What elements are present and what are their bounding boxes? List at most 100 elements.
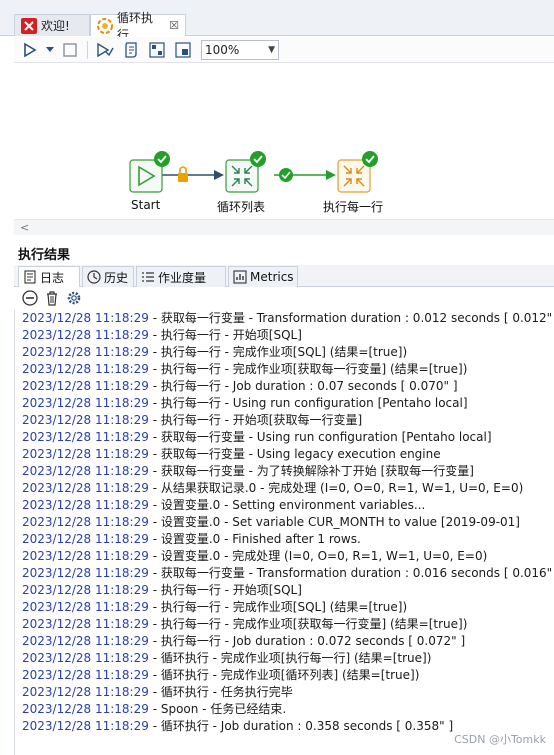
log-timestamp: 2023/12/28 11:18:29 bbox=[22, 515, 149, 529]
chevron-down-icon: ▼ bbox=[268, 44, 275, 55]
log-message: - 循环执行 - Job duration : 0.358 seconds [ … bbox=[148, 719, 454, 733]
log-timestamp: 2023/12/28 11:18:29 bbox=[22, 311, 149, 325]
log-line: 2023/12/28 11:18:29 - 执行每一行 - Using run … bbox=[22, 395, 468, 412]
log-line: 2023/12/28 11:18:29 - 执行每一行 - 开始项[获取每一行变… bbox=[22, 412, 362, 429]
align-button[interactable] bbox=[171, 39, 195, 61]
log-timestamp: 2023/12/28 11:18:29 bbox=[22, 328, 149, 342]
log-line: 2023/12/28 11:18:29 - 循环执行 - Job duratio… bbox=[22, 718, 453, 735]
tab-history-label: 历史 bbox=[104, 270, 129, 285]
tab-metrics[interactable]: Metrics bbox=[228, 266, 298, 287]
log-message: - 执行每一行 - Job duration : 0.072 seconds [… bbox=[148, 634, 466, 648]
success-check-icon bbox=[362, 151, 378, 167]
log-icon bbox=[23, 270, 37, 284]
log-timestamp: 2023/12/28 11:18:29 bbox=[22, 634, 149, 648]
success-hop-icon bbox=[279, 168, 293, 182]
log-line: 2023/12/28 11:18:29 - 获取每一行变量 - Transfor… bbox=[22, 310, 554, 327]
log-timestamp: 2023/12/28 11:18:29 bbox=[22, 379, 149, 393]
log-line: 2023/12/28 11:18:29 - 获取每一行变量 - Using le… bbox=[22, 446, 441, 463]
loop-list-node-label: 循环列表 bbox=[217, 200, 266, 214]
log-message: - 循环执行 - 完成作业项[循环列表] (结果=[true]) bbox=[148, 668, 420, 682]
exec-row-node-label: 执行每一行 bbox=[323, 200, 384, 214]
log-line: 2023/12/28 11:18:29 - 执行每一行 - 完成作业项[SQL]… bbox=[22, 599, 407, 616]
close-icon[interactable]: ☒ bbox=[169, 19, 179, 32]
tab-history[interactable]: 历史 bbox=[82, 266, 134, 287]
success-check-icon bbox=[154, 151, 170, 167]
log-message: - 获取每一行变量 - Using run configuration [Pen… bbox=[148, 430, 492, 444]
editor-tab-bar: 欢迎! 循环执行 ☒ bbox=[0, 0, 554, 42]
job-canvas[interactable]: Start 循环列表 执行每一行 bbox=[14, 64, 554, 219]
log-line: 2023/12/28 11:18:29 - Spoon - 任务已经结束. bbox=[22, 701, 286, 718]
log-timestamp: 2023/12/28 11:18:29 bbox=[22, 464, 149, 478]
run-options-dropdown[interactable] bbox=[44, 39, 56, 61]
tab-loop-job[interactable]: 循环执行 ☒ bbox=[90, 11, 186, 42]
job-icon bbox=[97, 17, 113, 34]
tab-welcome[interactable]: 欢迎! bbox=[14, 14, 90, 36]
zoom-select[interactable]: 100% ▼ bbox=[201, 39, 279, 60]
log-message: - 执行每一行 - 开始项[SQL] bbox=[148, 328, 302, 342]
log-line: 2023/12/28 11:18:29 - 循环执行 - 完成作业项[执行每一行… bbox=[22, 650, 431, 667]
log-message: - 设置变量.0 - Finished after 1 rows. bbox=[148, 532, 361, 546]
tab-log-label: 日志 bbox=[40, 270, 65, 285]
log-output[interactable]: 2023/12/28 11:18:29 - 获取每一行变量 - Transfor… bbox=[14, 310, 554, 755]
log-timestamp: 2023/12/28 11:18:29 bbox=[22, 685, 149, 699]
log-line: 2023/12/28 11:18:29 - 获取每一行变量 - Transfor… bbox=[22, 565, 554, 582]
log-timestamp: 2023/12/28 11:18:29 bbox=[22, 668, 149, 682]
log-line: 2023/12/28 11:18:29 - 设置变量.0 - Finished … bbox=[22, 531, 361, 548]
log-message: - 获取每一行变量 - 为了转换解除补丁开始 [获取每一行变量] bbox=[148, 464, 474, 478]
log-line: 2023/12/28 11:18:29 - 循环执行 - 任务执行完毕 bbox=[22, 684, 293, 701]
welcome-icon bbox=[21, 17, 37, 34]
log-timestamp: 2023/12/28 11:18:29 bbox=[22, 396, 149, 410]
exec-row-node bbox=[337, 151, 378, 193]
log-message: - 执行每一行 - 完成作业项[获取每一行变量] (结果=[true]) bbox=[148, 617, 468, 631]
results-tab-bar: 日志 历史 作业度量 Metrics bbox=[14, 265, 554, 287]
grid-button[interactable] bbox=[145, 39, 169, 61]
check-button[interactable] bbox=[93, 39, 117, 61]
history-icon bbox=[87, 270, 101, 284]
script-button[interactable] bbox=[119, 39, 143, 61]
log-message: - Spoon - 任务已经结束. bbox=[148, 702, 287, 716]
log-timestamp: 2023/12/28 11:18:29 bbox=[22, 481, 149, 495]
log-timestamp: 2023/12/28 11:18:29 bbox=[22, 532, 149, 546]
run-button[interactable] bbox=[18, 39, 42, 61]
scroll-left-icon[interactable]: < bbox=[20, 221, 29, 234]
log-line: 2023/12/28 11:18:29 - 执行每一行 - 完成作业项[获取每一… bbox=[22, 616, 467, 633]
log-settings-button[interactable] bbox=[66, 290, 82, 309]
hop-arrow-icon bbox=[214, 170, 224, 180]
watermark: CSDN @小Tomkk bbox=[454, 733, 546, 746]
tab-welcome-label: 欢迎! bbox=[41, 19, 70, 33]
gear-icon bbox=[67, 291, 81, 304]
job-graph bbox=[129, 151, 378, 193]
log-timestamp: 2023/12/28 11:18:29 bbox=[22, 583, 149, 597]
script-icon bbox=[125, 41, 137, 58]
log-toolbar bbox=[14, 288, 554, 310]
tab-log[interactable]: 日志 bbox=[18, 266, 80, 287]
log-message: - 执行每一行 - 开始项[SQL] bbox=[148, 583, 302, 597]
align-icon bbox=[175, 41, 191, 58]
chevron-down-icon bbox=[46, 46, 54, 52]
log-timestamp: 2023/12/28 11:18:29 bbox=[22, 617, 149, 631]
stop-button[interactable] bbox=[58, 39, 82, 61]
job-toolbar: 100% ▼ bbox=[14, 37, 554, 63]
log-line: 2023/12/28 11:18:29 - 设置变量.0 - Setting e… bbox=[22, 497, 425, 514]
log-line: 2023/12/28 11:18:29 - 执行每一行 - Job durati… bbox=[22, 378, 458, 395]
canvas-horizontal-scrollbar[interactable]: < bbox=[14, 219, 554, 235]
log-line: 2023/12/28 11:18:29 - 执行每一行 - 完成作业项[SQL]… bbox=[22, 344, 407, 361]
log-message: - 设置变量.0 - Set variable CUR_MONTH to val… bbox=[148, 515, 520, 529]
log-line: 2023/12/28 11:18:29 - 执行每一行 - 开始项[SQL] bbox=[22, 327, 302, 344]
verify-icon bbox=[97, 42, 114, 57]
tab-job-metrics-label: 作业度量 bbox=[158, 270, 207, 285]
start-node bbox=[129, 151, 170, 193]
tab-metrics-label: Metrics bbox=[250, 270, 294, 284]
results-title: 执行结果 bbox=[18, 248, 71, 263]
run-icon bbox=[24, 42, 37, 57]
delete-log-button[interactable] bbox=[44, 290, 60, 309]
log-line: 2023/12/28 11:18:29 - 执行每一行 - Job durati… bbox=[22, 633, 465, 650]
grid-icon bbox=[149, 41, 165, 58]
clear-log-button[interactable] bbox=[22, 289, 38, 309]
log-line: 2023/12/28 11:18:29 - 设置变量.0 - 完成处理 (I=0… bbox=[22, 548, 487, 565]
tab-job-metrics[interactable]: 作业度量 bbox=[136, 266, 226, 287]
log-timestamp: 2023/12/28 11:18:29 bbox=[22, 430, 149, 444]
log-message: - 执行每一行 - 完成作业项[SQL] (结果=[true]) bbox=[148, 600, 408, 614]
log-line: 2023/12/28 11:18:29 - 执行每一行 - 开始项[SQL] bbox=[22, 582, 302, 599]
success-check-icon bbox=[250, 151, 266, 167]
